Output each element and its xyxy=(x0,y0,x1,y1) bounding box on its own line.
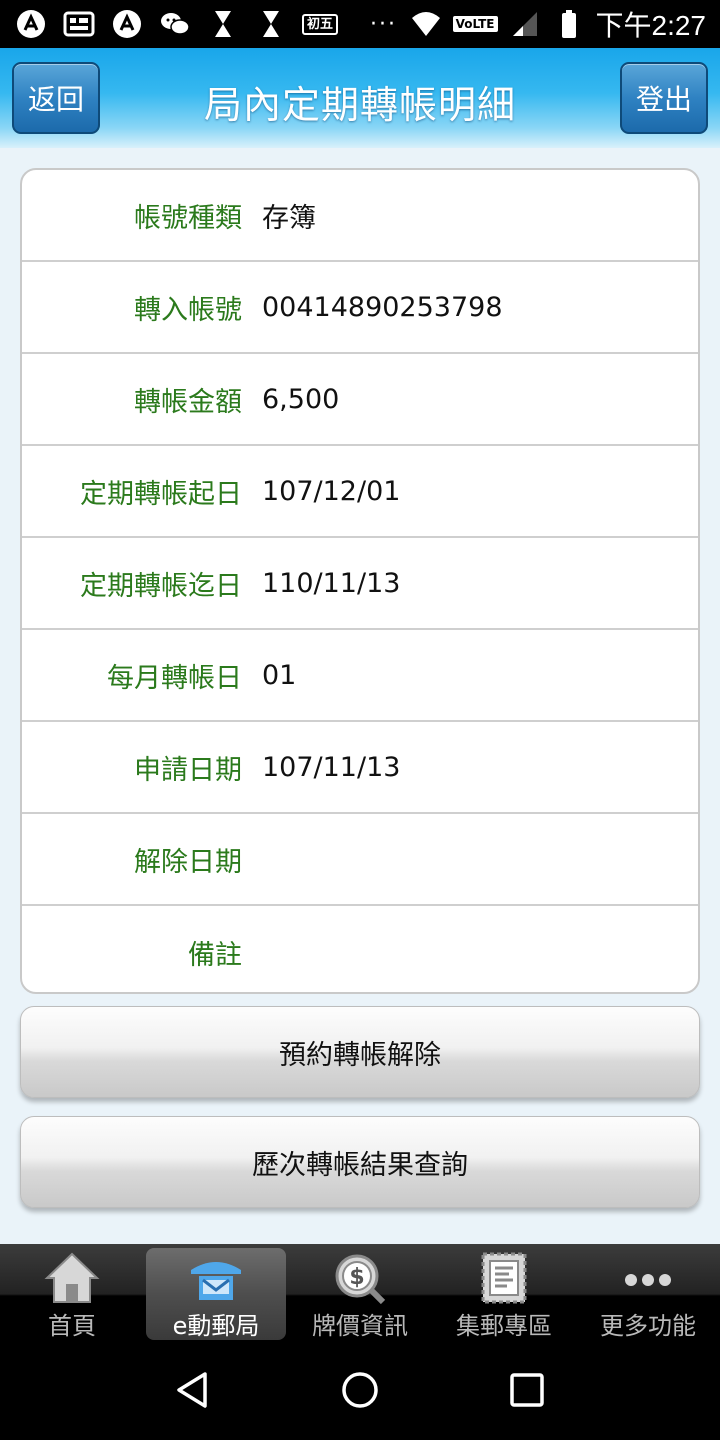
nav-item-home[interactable]: 首頁 xyxy=(0,1244,144,1344)
home-circle-icon[interactable] xyxy=(340,1370,380,1414)
recents-square-icon[interactable] xyxy=(507,1370,547,1414)
nav-label: 牌價資訊 xyxy=(312,1312,408,1340)
detail-value: 00414890253798 xyxy=(262,291,503,323)
lunar-date-badge: 初五 xyxy=(302,13,339,35)
nav-item-more[interactable]: 更多功能 xyxy=(576,1244,720,1344)
detail-label: 申請日期 xyxy=(134,754,242,786)
wifi-icon xyxy=(409,7,443,41)
detail-label: 轉入帳號 xyxy=(134,294,242,326)
volte-badge: VoLTE xyxy=(452,16,498,32)
nav-item-e-post[interactable]: e動郵局 xyxy=(144,1244,288,1344)
detail-label: 解除日期 xyxy=(134,846,242,878)
battery-icon xyxy=(552,7,586,41)
detail-row-payee-account: 轉入帳號 00414890253798 xyxy=(22,262,698,354)
nav-label: 首頁 xyxy=(48,1312,96,1340)
home-icon xyxy=(42,1250,102,1306)
detail-row-start-date: 定期轉帳起日 107/12/01 xyxy=(22,446,698,538)
bottom-nav: 首頁 e動郵局 $ 牌價資訊 集郵專區 更多功能 xyxy=(0,1244,720,1344)
nav-item-stamps[interactable]: 集郵專區 xyxy=(432,1244,576,1344)
cancel-scheduled-transfer-button[interactable]: 預約轉帳解除 xyxy=(20,1006,700,1098)
grid-app-icon xyxy=(62,7,96,41)
detail-label: 轉帳金額 xyxy=(134,386,242,418)
signal-icon xyxy=(508,7,542,41)
detail-value: 107/11/13 xyxy=(262,751,401,783)
x-app-icon xyxy=(206,7,240,41)
detail-row-account-type: 帳號種類 存簿 xyxy=(22,170,698,262)
page-title: 局內定期轉帳明細 xyxy=(203,83,516,127)
detail-row-amount: 轉帳金額 6,500 xyxy=(22,354,698,446)
detail-value: 110/11/13 xyxy=(262,567,401,599)
nav-label: 更多功能 xyxy=(600,1312,696,1340)
nav-item-exchange-rates[interactable]: $ 牌價資訊 xyxy=(288,1244,432,1344)
status-bar: 初五 ··· VoLTE 下午2:27 xyxy=(0,0,720,48)
detail-row-end-date: 定期轉帳迄日 110/11/13 xyxy=(22,538,698,630)
detail-row-monthly-day: 每月轉帳日 01 xyxy=(22,630,698,722)
detail-label: 每月轉帳日 xyxy=(107,662,242,694)
detail-value: 6,500 xyxy=(262,383,340,415)
detail-row-cancel-date: 解除日期 xyxy=(22,814,698,906)
notification-icons: 初五 ··· xyxy=(14,7,397,41)
stamp-icon xyxy=(474,1250,534,1306)
detail-label: 定期轉帳起日 xyxy=(80,478,242,510)
detail-value: 存簿 xyxy=(262,202,316,234)
nav-label: 集郵專區 xyxy=(456,1312,552,1340)
detail-value: 107/12/01 xyxy=(262,475,401,507)
detail-label: 備註 xyxy=(188,939,242,971)
more-notifications-icon: ··· xyxy=(370,11,397,37)
detail-label: 定期轉帳迄日 xyxy=(80,570,242,602)
dollar-search-icon: $ xyxy=(330,1250,390,1306)
clock: 下午2:27 xyxy=(595,10,707,41)
svg-text:$: $ xyxy=(349,1265,364,1290)
logout-button[interactable]: 登出 xyxy=(620,62,708,134)
app-header: 返回 局內定期轉帳明細 登出 xyxy=(0,48,720,148)
wechat-icon xyxy=(158,7,192,41)
back-triangle-icon[interactable] xyxy=(173,1370,213,1414)
e-post-icon xyxy=(186,1250,246,1306)
x-app-icon-2 xyxy=(254,7,288,41)
detail-value: 01 xyxy=(262,659,297,691)
app-notification-icon-2 xyxy=(110,7,144,41)
system-nav-bar xyxy=(0,1344,720,1440)
transfer-detail-card: 帳號種類 存簿 轉入帳號 00414890253798 轉帳金額 6,500 定… xyxy=(20,168,700,994)
detail-row-apply-date: 申請日期 107/11/13 xyxy=(22,722,698,814)
transfer-history-query-button[interactable]: 歷次轉帳結果查詢 xyxy=(20,1116,700,1208)
detail-label: 帳號種類 xyxy=(134,202,242,234)
nav-label: e動郵局 xyxy=(172,1312,260,1340)
app-notification-icon xyxy=(14,7,48,41)
more-icon xyxy=(618,1250,678,1306)
detail-row-remarks: 備註 xyxy=(22,906,698,992)
